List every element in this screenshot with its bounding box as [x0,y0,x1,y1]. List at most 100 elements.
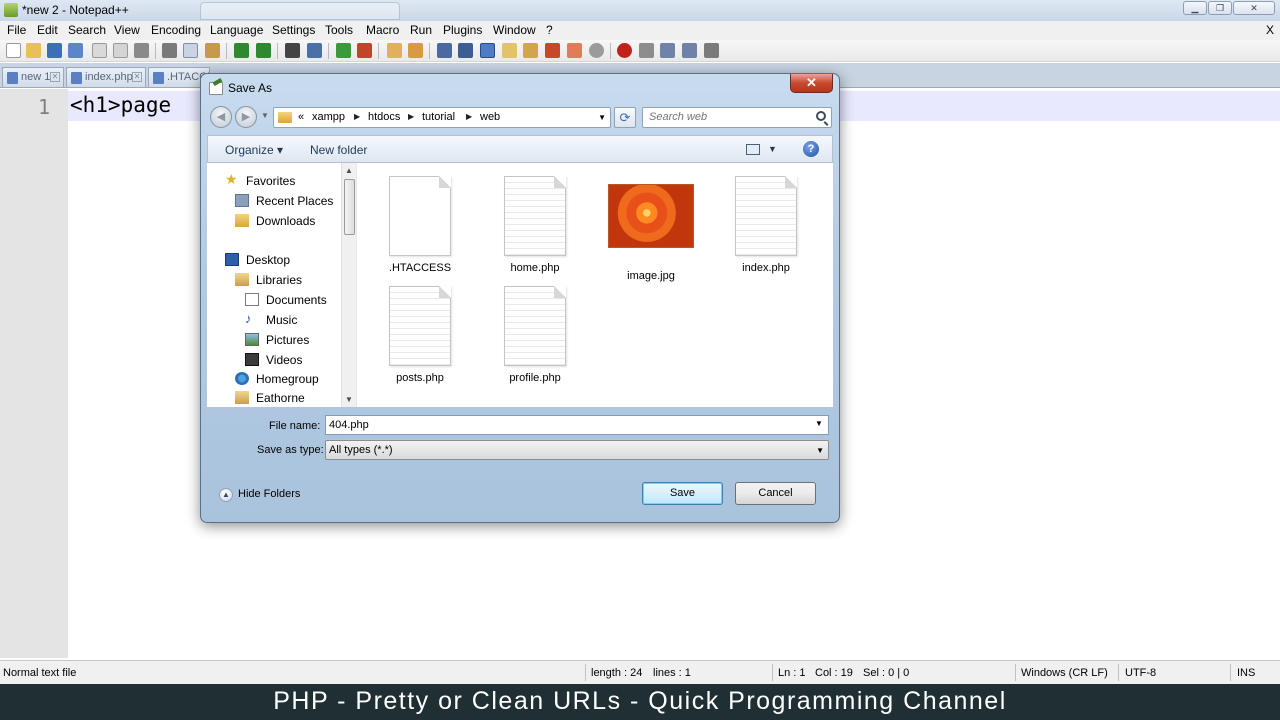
menu-macro[interactable]: Macro [366,23,399,37]
run-macro-multiple-icon[interactable] [682,43,697,58]
close-file-icon[interactable] [92,43,107,58]
maximize-button[interactable]: ❐ [1208,1,1232,15]
search-box[interactable] [642,107,832,128]
breadcrumb-web[interactable]: web [480,111,500,123]
menu-run[interactable]: Run [410,23,432,37]
undo-icon[interactable] [234,43,249,58]
menu-encoding[interactable]: Encoding [151,23,201,37]
save-as-type-select[interactable]: All types (*.*) ▼ [325,440,829,460]
breadcrumb-arrow-icon[interactable]: ▶ [408,112,414,121]
breadcrumb-htdocs[interactable]: htdocs [368,111,400,123]
cancel-button[interactable]: Cancel [735,482,816,505]
redo-icon[interactable] [256,43,271,58]
file-item-home-php[interactable]: home.php [487,176,583,274]
menu-file[interactable]: File [7,23,26,37]
zoom-out-icon[interactable] [357,43,372,58]
indent-guide-icon[interactable] [480,43,495,58]
navigation-scrollbar[interactable]: ▲ ▼ [341,163,356,407]
scroll-up-icon[interactable]: ▲ [345,166,353,175]
close-all-icon[interactable] [113,43,128,58]
monitoring-icon[interactable] [589,43,604,58]
tab-close-icon[interactable]: ✕ [50,72,60,82]
zoom-in-icon[interactable] [336,43,351,58]
nav-label: Documents [266,293,327,307]
command-bar: Organize ▾ New folder ▼ ? [207,135,833,163]
file-name-input[interactable] [325,415,829,435]
scrollbar-thumb[interactable] [344,179,355,235]
file-item-profile-php[interactable]: profile.php [487,286,583,384]
forward-arrow-icon[interactable]: ▶ [235,106,257,128]
breadcrumb-xampp[interactable]: xampp [312,111,345,123]
save-icon[interactable] [47,43,62,58]
views-icon[interactable] [746,144,760,155]
stop-macro-icon[interactable] [639,43,654,58]
menu-help[interactable]: ? [546,23,553,37]
file-item-posts-php[interactable]: posts.php [372,286,468,384]
breadcrumb-arrow-icon[interactable]: ▶ [354,112,360,121]
menu-edit[interactable]: Edit [37,23,58,37]
sync-horizontal-icon[interactable] [408,43,423,58]
search-icon[interactable] [816,111,826,121]
window-close-button[interactable]: ✕ [1233,1,1275,15]
find-icon[interactable] [285,43,300,58]
views-dropdown-icon[interactable]: ▼ [768,144,777,154]
file-name-dropdown-icon[interactable]: ▼ [815,419,823,428]
cut-icon[interactable] [162,43,177,58]
save-macro-icon[interactable] [704,43,719,58]
chevron-down-icon[interactable]: ▼ [816,446,824,455]
menu-view[interactable]: View [114,23,140,37]
minimize-button[interactable]: ▁ [1183,1,1207,15]
open-file-icon[interactable] [26,43,41,58]
save-button[interactable]: Save [642,482,723,505]
breadcrumb-tutorial[interactable]: tutorial [422,111,455,123]
blank-file-icon [389,176,451,256]
paste-icon[interactable] [205,43,220,58]
search-input[interactable] [649,111,809,123]
file-item-htaccess[interactable]: .HTACCESS [372,176,468,274]
scroll-down-icon[interactable]: ▼ [345,395,353,404]
sync-vertical-icon[interactable] [387,43,402,58]
help-icon[interactable]: ? [803,141,819,157]
replace-icon[interactable] [307,43,322,58]
notepad-icon [209,82,223,95]
function-list-icon[interactable] [545,43,560,58]
nav-label: Downloads [256,214,316,228]
toolbar [0,40,1280,62]
file-item-index-php[interactable]: index.php [718,176,814,274]
new-folder-button[interactable]: New folder [310,143,367,157]
folder-as-workspace-icon[interactable] [567,43,582,58]
recent-locations-chevron-icon[interactable]: ▼ [261,111,269,120]
menu-window[interactable]: Window [493,23,536,37]
organize-button[interactable]: Organize ▾ [225,143,283,157]
menu-search[interactable]: Search [68,23,106,37]
breadcrumb-overflow[interactable]: « [298,111,304,123]
code-line[interactable]: <h1>page [70,93,184,117]
refresh-icon[interactable]: ⟳ [614,107,636,128]
tab-index-php[interactable]: index.php ✕ [66,67,146,87]
menu-plugins[interactable]: Plugins [443,23,482,37]
dialog-close-button[interactable]: ✕ [790,74,833,93]
tab-close-icon[interactable]: ✕ [132,72,142,82]
record-macro-icon[interactable] [617,43,632,58]
menu-settings[interactable]: Settings [272,23,315,37]
close-document-button[interactable]: X [1266,23,1274,37]
menu-language[interactable]: Language [210,23,263,37]
user-defined-language-icon[interactable] [502,43,517,58]
copy-icon[interactable] [183,43,198,58]
word-wrap-icon[interactable] [437,43,452,58]
print-icon[interactable] [134,43,149,58]
save-all-icon[interactable] [68,43,83,58]
address-dropdown-icon[interactable]: ▼ [598,113,606,122]
document-icon [153,72,164,84]
breadcrumb-arrow-icon[interactable]: ▶ [466,112,472,121]
show-all-characters-icon[interactable] [458,43,473,58]
status-insert-mode: INS [1237,667,1256,679]
back-arrow-icon[interactable]: ◀ [210,106,232,128]
new-file-icon[interactable] [6,43,21,58]
tab-new-1[interactable]: new 1 ✕ [2,67,64,87]
doc-map-icon[interactable] [523,43,538,58]
play-macro-icon[interactable] [660,43,675,58]
file-item-image-jpg[interactable]: image.jpg [603,176,699,282]
menu-tools[interactable]: Tools [325,23,353,37]
address-bar[interactable]: « xampp ▶ htdocs ▶ tutorial ▶ web ▼ [273,107,611,128]
